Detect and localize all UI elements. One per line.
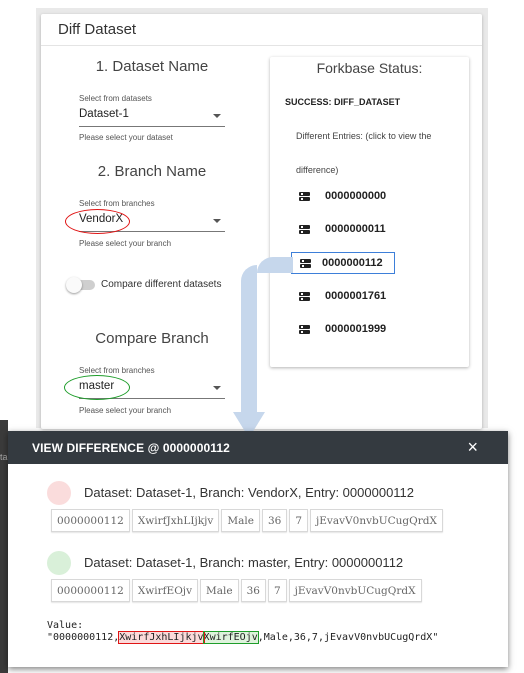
screen: Diff Dataset 1. Dataset Name Select from… [0, 0, 524, 673]
entry-item[interactable]: 0000001761 [294, 286, 404, 308]
entry-item[interactable]: 0000001999 [294, 319, 404, 341]
branch-field-label: Select from branches [79, 199, 155, 208]
compare-section-title: Compare Branch [95, 330, 209, 347]
branch-section-title: 2. Branch Name [97, 163, 207, 180]
connector-arrow-segment [257, 257, 293, 273]
value-suffix: ,Male,36,7,jEvavV0nvbUCugQrdX" [257, 632, 439, 643]
entry-item-selected[interactable]: 0000000112 [291, 252, 395, 274]
chevron-down-icon [213, 114, 221, 118]
connector-arrow-segment [241, 265, 257, 415]
storage-icon [299, 325, 310, 335]
compare-helper-text: Please select your branch [79, 406, 172, 415]
storage-icon [299, 292, 310, 302]
entry-item[interactable]: 0000000011 [294, 219, 404, 241]
table-cell: 7 [267, 579, 287, 602]
table-cell: XwirfJxhLIjkjv [131, 509, 220, 532]
modal-title: VIEW DIFFERENCE @ 0000000112 [32, 441, 230, 455]
value-label: Value: [47, 620, 84, 631]
toggle-knob [66, 277, 82, 293]
status-hint-text: Different Entries: (click to view the di… [296, 131, 432, 175]
table-cell: 0000000112 [51, 579, 130, 602]
compare-highlight-ellipse [64, 375, 130, 400]
entry-label: 0000000112 [322, 257, 383, 269]
entry-label: 0000001761 [325, 290, 387, 302]
added-indicator-dot [47, 551, 71, 575]
dataset-select[interactable]: Dataset-1 [79, 105, 225, 127]
compare-field-label: Select from branches [79, 366, 155, 375]
card-title: Diff Dataset [41, 14, 482, 46]
table-cell: 7 [289, 509, 309, 532]
chevron-down-icon [213, 219, 221, 223]
table-cell: Male [221, 509, 260, 532]
compare-datasets-label: Compare different datasets [101, 279, 222, 290]
branch-highlight-ellipse [65, 209, 130, 234]
forkbase-status-panel: Forkbase Status: SUCCESS: DIFF_DATASET D… [270, 57, 469, 367]
entry-label: 0000000000 [325, 190, 387, 202]
entry-label: 0000000011 [325, 223, 386, 235]
dataset-helper-text: Please select your dataset [79, 133, 173, 142]
removed-indicator-dot [47, 481, 71, 505]
table-cell: jEvavV0nvbUCugQrdX [288, 579, 422, 602]
modal-header: VIEW DIFFERENCE @ 0000000112 × [8, 431, 508, 464]
status-title: Forkbase Status: [316, 60, 423, 76]
table-cell: 36 [261, 509, 288, 532]
storage-icon [299, 192, 310, 202]
storage-icon [299, 225, 310, 235]
chevron-down-icon [213, 386, 221, 390]
table-cell: jEvavV0nvbUCugQrdX [310, 509, 443, 532]
close-icon[interactable]: × [467, 437, 478, 458]
dataset-field-label: Select from datasets [79, 94, 152, 103]
entry-item[interactable]: 0000000000 [294, 186, 404, 208]
dataset-select-value: Dataset-1 [79, 108, 129, 120]
master-row-cells: 0000000112 XwirfEOjv Male 36 7 jEvavV0nv… [51, 579, 424, 602]
table-cell: 0000000112 [51, 509, 130, 532]
value-prefix: "0000000112, [47, 632, 120, 643]
status-success-text: SUCCESS: DIFF_DATASET [285, 97, 401, 107]
vendorx-row-cells: 0000000112 XwirfJxhLIjkjv Male 36 7 jEva… [51, 509, 445, 532]
compare-datasets-toggle[interactable] [66, 277, 95, 293]
entry-label: 0000001999 [325, 323, 387, 335]
vendorx-row-heading: Dataset: Dataset-1, Branch: VendorX, Ent… [84, 485, 415, 500]
view-difference-modal: VIEW DIFFERENCE @ 0000000112 × Dataset: … [8, 431, 508, 667]
branch-helper-text: Please select your branch [79, 239, 172, 248]
value-removed-segment: XwirfJxhLIjkjv [118, 631, 205, 644]
value-diff-line: "0000000112,XwirfJxhLIjkjvXwirfEOjv,Male… [47, 631, 439, 644]
value-added-segment: XwirfEOjv [202, 631, 259, 644]
table-cell: Male [200, 579, 239, 602]
master-row-heading: Dataset: Dataset-1, Branch: master, Entr… [84, 555, 404, 570]
table-cell: XwirfEOjv [131, 579, 198, 602]
storage-icon [300, 259, 311, 269]
dataset-section-title: 1. Dataset Name [95, 58, 209, 75]
table-cell: 36 [240, 579, 266, 602]
backdrop-text: ta [0, 452, 8, 462]
